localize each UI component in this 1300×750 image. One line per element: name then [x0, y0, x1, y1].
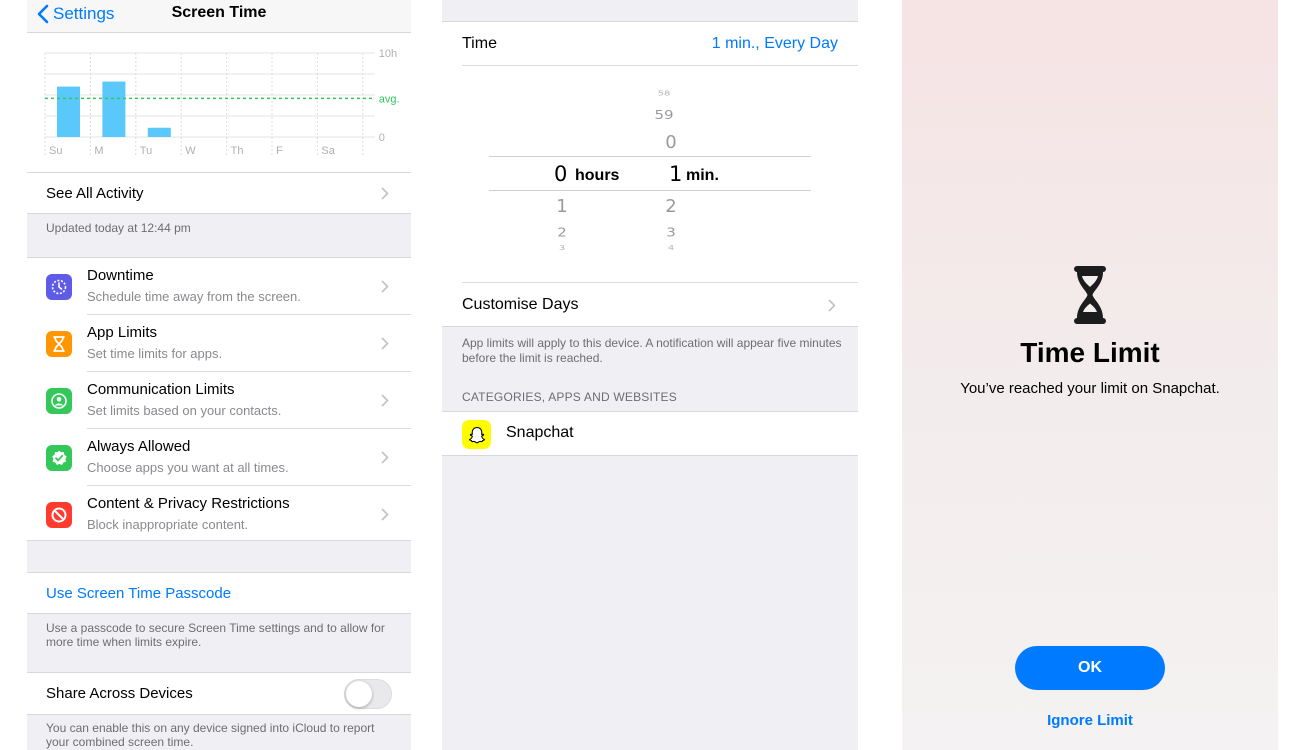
time-label: Time: [462, 35, 497, 52]
person-icon: [46, 388, 72, 414]
snapchat-icon: [462, 420, 491, 449]
share-across-devices-row: Share Across Devices: [27, 672, 411, 715]
usage-chart[interactable]: 10h avg. 0 Su M Tu W Th F Sa: [27, 33, 411, 173]
divider: [462, 282, 858, 283]
picker-selection-band: [489, 156, 811, 191]
restriction-icon: [46, 502, 72, 528]
content-privacy-subtitle: Block inappropriate content.: [87, 517, 249, 532]
chevron-right-icon: [381, 337, 389, 350]
checkmark-icon: [46, 445, 72, 471]
always-allowed-subtitle: Choose apps you want at all times.: [87, 460, 289, 475]
ignore-limit-button[interactable]: Ignore Limit: [902, 712, 1278, 729]
time-limit-message: You’ve reached your limit on Snapchat.: [960, 380, 1220, 397]
picker-hours-unit: hours: [575, 167, 620, 184]
page-title: Screen Time: [171, 4, 267, 21]
see-all-activity-row[interactable]: See All Activity: [27, 172, 411, 214]
chart-day-label: M: [94, 145, 103, 157]
downtime-subtitle: Schedule time away from the screen.: [87, 289, 301, 304]
chart-day-label: Sa: [321, 145, 335, 157]
divider: [462, 65, 858, 66]
chevron-right-icon: [381, 394, 389, 407]
toggle-knob: [346, 681, 372, 707]
app-row-snapchat[interactable]: Snapchat: [442, 411, 858, 456]
chart-zero-label: 0: [379, 132, 385, 144]
time-settings-card: Time 1 min., Every Day 58 59 0 0 hours 1…: [442, 22, 858, 327]
picker-minute-option: 2: [665, 196, 677, 217]
content-privacy-title: Content & Privacy Restrictions: [87, 495, 290, 512]
chevron-right-icon: [828, 299, 836, 312]
screen-time-panel: Settings Screen Time 10h avg. 0 Su M Tu W Th F Sa…: [27, 0, 411, 750]
share-note: You can enable this on any device signed…: [46, 721, 375, 749]
downtime-row[interactable]: Downtime Schedule time away from the scr…: [27, 258, 411, 314]
updated-note: Updated today at 12:44 pm: [46, 221, 191, 235]
chart-day-label: W: [185, 145, 196, 157]
picker-minute-option: 3: [666, 224, 676, 240]
passcode-note: Use a passcode to secure Screen Time set…: [46, 621, 385, 649]
chart-day-label: Su: [49, 145, 62, 157]
picker-selected-hours: 0: [554, 162, 568, 186]
ok-button[interactable]: OK: [1015, 646, 1165, 690]
picker-minute-option: 0: [665, 132, 677, 153]
chevron-right-icon: [381, 508, 389, 521]
picker-minutes-unit: min.: [686, 167, 719, 184]
snapchat-label: Snapchat: [506, 424, 574, 441]
chart-day-label: Th: [231, 145, 244, 157]
picker-selected-minutes: 1: [669, 162, 683, 186]
chart-day-label: F: [276, 145, 283, 157]
limit-setup-panel: Time 1 min., Every Day 58 59 0 0 hours 1…: [442, 0, 858, 750]
time-value[interactable]: 1 min., Every Day: [712, 35, 838, 53]
chart-avg-label: avg.: [379, 93, 400, 105]
customise-days-label[interactable]: Customise Days: [462, 296, 578, 314]
communication-limits-subtitle: Set limits based on your contacts.: [87, 403, 282, 418]
navigation-bar: Settings Screen Time: [27, 0, 411, 33]
chevron-right-icon: [381, 451, 389, 464]
content-privacy-row[interactable]: Content & Privacy Restrictions Block ina…: [27, 486, 411, 542]
time-limit-title: Time Limit: [1020, 337, 1160, 368]
always-allowed-row[interactable]: Always Allowed Choose apps you want at a…: [27, 429, 411, 485]
time-limit-panel: Time Limit You’ve reached your limit on …: [902, 0, 1278, 750]
picker-minute-option: 4: [667, 244, 675, 253]
picker-minute-option: 59: [654, 107, 674, 123]
chart-bar: [147, 127, 171, 137]
picker-hour-option: 2: [557, 224, 567, 240]
settings-list: Downtime Schedule time away from the scr…: [27, 257, 411, 541]
communication-limits-title: Communication Limits: [87, 381, 235, 398]
top-spacer: [442, 0, 858, 22]
chart-day-label: Tu: [140, 145, 152, 157]
app-limits-row[interactable]: App Limits Set time limits for apps.: [27, 315, 411, 371]
communication-limits-row[interactable]: Communication Limits Set limits based on…: [27, 372, 411, 428]
app-limits-title: App Limits: [87, 324, 158, 341]
picker-hour-option: 1: [556, 196, 568, 217]
app-limits-note: App limits will apply to this device. A …: [462, 336, 842, 365]
section-header: CATEGORIES, APPS AND WEBSITES: [462, 390, 677, 404]
use-passcode-link[interactable]: Use Screen Time Passcode: [46, 585, 231, 602]
see-all-activity-label: See All Activity: [46, 185, 144, 202]
chevron-right-icon: [381, 280, 389, 293]
downtime-icon: [46, 274, 72, 300]
usage-chart-svg: 10h avg. 0 Su M Tu W Th F Sa: [44, 48, 400, 157]
chart-top-label: 10h: [379, 48, 397, 60]
chart-bar: [57, 86, 80, 137]
chevron-right-icon: [381, 187, 389, 200]
picker-minute-option: 58: [657, 89, 671, 98]
share-across-devices-toggle[interactable]: [344, 679, 392, 709]
share-across-devices-label: Share Across Devices: [46, 685, 193, 702]
app-limits-subtitle: Set time limits for apps.: [87, 346, 223, 361]
always-allowed-title: Always Allowed: [87, 438, 191, 455]
picker-hour-option: 3: [558, 244, 566, 253]
hourglass-icon: [46, 331, 72, 357]
hourglass-icon: [1072, 265, 1108, 330]
passcode-row[interactable]: Use Screen Time Passcode: [27, 572, 411, 614]
downtime-title: Downtime: [87, 267, 154, 284]
chart-bar: [102, 81, 126, 137]
